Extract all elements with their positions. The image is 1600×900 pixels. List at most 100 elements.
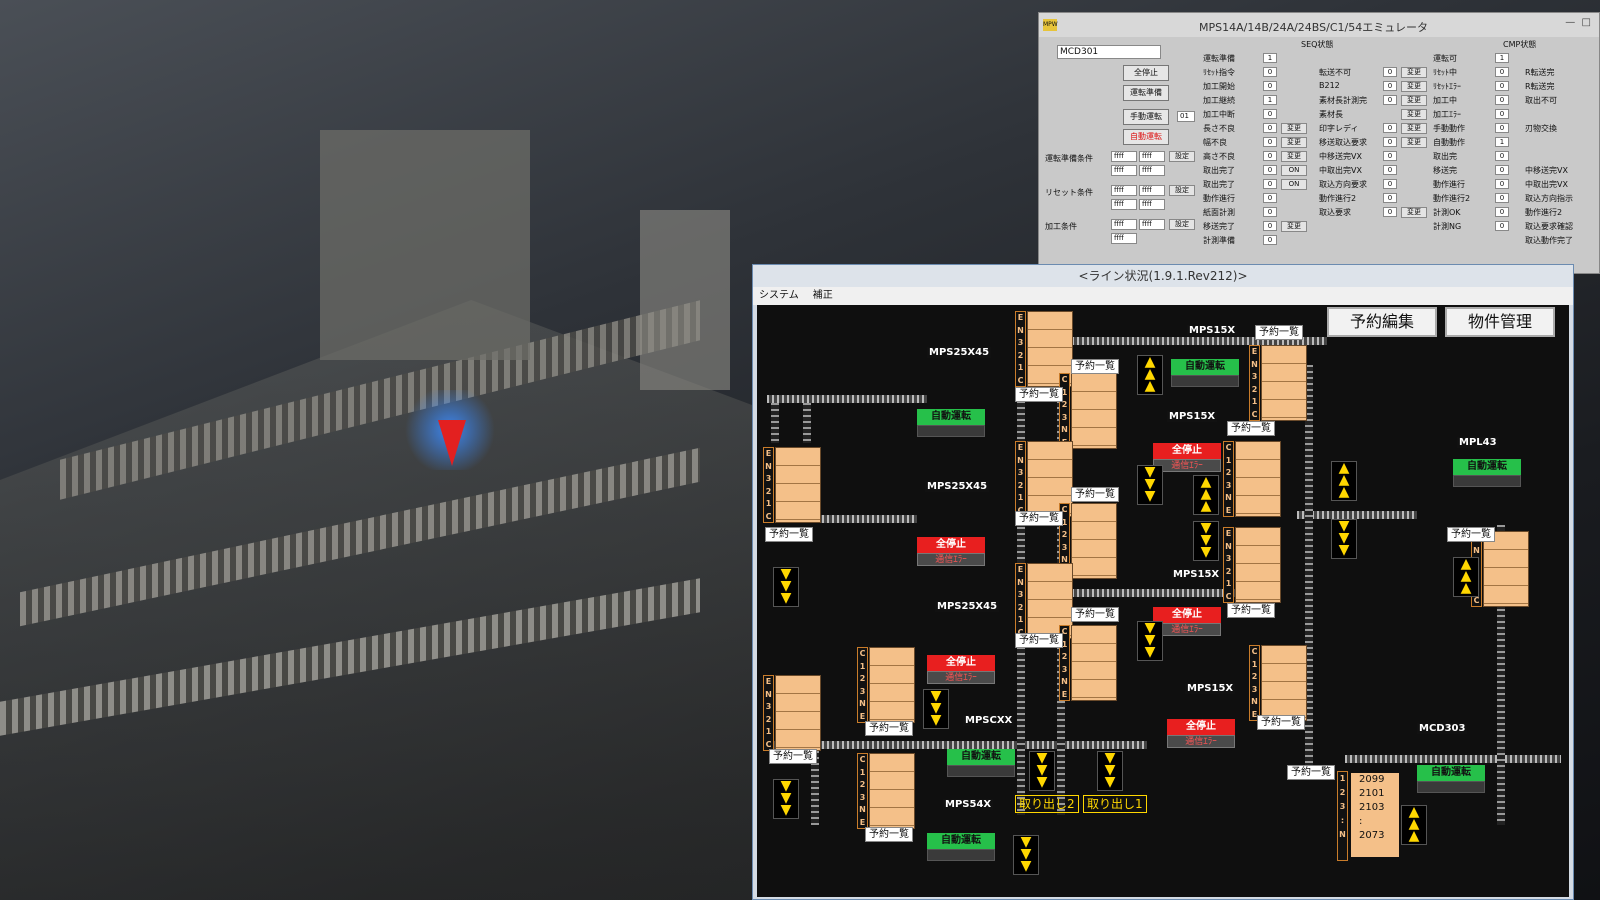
cond-value[interactable]: ffff	[1139, 165, 1165, 176]
cond-value[interactable]: ffff	[1139, 199, 1165, 210]
cond-value[interactable]: ffff	[1139, 151, 1165, 162]
reserve-list-button[interactable]: 予約一覧	[865, 827, 913, 842]
conveyor	[817, 515, 917, 523]
reserve-list-button[interactable]: 予約一覧	[865, 721, 913, 736]
reserve-list-button[interactable]: 予約一覧	[1257, 715, 1305, 730]
change-button[interactable]: 変更	[1281, 137, 1307, 148]
window-controls-icon[interactable]: — □	[1565, 17, 1591, 28]
set-button[interactable]: 設定	[1169, 151, 1195, 162]
cmp-field-label: 動作進行2	[1525, 208, 1563, 217]
machine-label: MPS15X	[1187, 325, 1238, 336]
status-auto[interactable]: 自動運転	[1417, 765, 1485, 781]
cond-value[interactable]: ffff	[1111, 185, 1137, 196]
change-button[interactable]: 変更	[1401, 67, 1427, 78]
seq-field-label: 移送取込要求	[1319, 138, 1367, 147]
device-select[interactable]: MCD301	[1057, 45, 1161, 59]
set-button[interactable]: 設定	[1169, 219, 1195, 230]
cmp-field-label: 取込要求確認	[1525, 222, 1573, 231]
reserve-list-button[interactable]: 予約一覧	[1015, 511, 1063, 526]
reserve-list-button[interactable]: 予約一覧	[1015, 633, 1063, 648]
auto-button[interactable]: 自動運転	[1123, 129, 1169, 145]
manual-number[interactable]: 01	[1177, 111, 1195, 122]
storage-stack	[1483, 531, 1529, 607]
set-button[interactable]: 設定	[1169, 185, 1195, 196]
change-button[interactable]: 変更	[1401, 109, 1427, 120]
status-stop[interactable]: 全停止	[927, 655, 995, 671]
reserve-edit-button[interactable]: 予約編集	[1327, 307, 1437, 337]
cond-value[interactable]: ffff	[1111, 165, 1137, 176]
reserve-list-button[interactable]: 予約一覧	[1255, 325, 1303, 340]
reserve-list-button[interactable]: 予約一覧	[1015, 387, 1063, 402]
reserve-list-button[interactable]: 予約一覧	[1227, 603, 1275, 618]
status-stop[interactable]: 全停止	[1153, 607, 1221, 623]
seq-field-label: 動作進行2	[1319, 194, 1357, 203]
seq-field-value: 0	[1263, 123, 1277, 133]
reserve-list-button[interactable]: 予約一覧	[769, 749, 817, 764]
status-auto[interactable]: 自動運転	[917, 409, 985, 425]
seq-field-label: 中移送完VX	[1319, 152, 1362, 161]
stack-index: C123NE	[857, 753, 868, 829]
change-button[interactable]: 変更	[1401, 81, 1427, 92]
cond-value[interactable]: ffff	[1111, 219, 1137, 230]
storage-stack	[1235, 441, 1281, 517]
machine-label: MPSCXX	[963, 715, 1015, 726]
conveyor-arrow-icon: ▼ ▼ ▼	[1137, 621, 1163, 661]
change-button[interactable]: ON	[1281, 179, 1307, 190]
seq-field-value: 0	[1263, 151, 1277, 161]
change-button[interactable]: 変更	[1281, 151, 1307, 162]
seq-field-label: 運転準備	[1203, 54, 1235, 63]
cmp-field-label: 刃物交換	[1525, 124, 1557, 133]
seq-field-value: 0	[1383, 179, 1397, 189]
reserve-list-button[interactable]: 予約一覧	[765, 527, 813, 542]
status-auto[interactable]: 自動運転	[927, 833, 995, 849]
menu-system[interactable]: システム	[759, 287, 799, 305]
status-stop[interactable]: 全停止	[1153, 443, 1221, 459]
seq-field-value: 0	[1383, 193, 1397, 203]
reserve-list-button[interactable]: 予約一覧	[1287, 765, 1335, 780]
cmp-field-value: 0	[1495, 123, 1509, 133]
take-out-1[interactable]: 取り出し1	[1083, 795, 1147, 813]
item-counter: 2099 2101 2103:2073	[1351, 773, 1399, 857]
change-button[interactable]: 変更	[1281, 221, 1307, 232]
seq-field-label: B212	[1319, 81, 1340, 90]
menu-correction[interactable]: 補正	[813, 287, 833, 305]
counter-index: 123:N	[1337, 771, 1348, 861]
manual-button[interactable]: 手動運転	[1123, 109, 1169, 125]
cond-value[interactable]: ffff	[1111, 199, 1137, 210]
line-status-window: <ライン状況(1.9.1.Rev212)> システム 補正 予約編集 物件管理 …	[752, 264, 1574, 900]
cond-value[interactable]: ffff	[1139, 219, 1165, 230]
status-auto[interactable]: 自動運転	[1453, 459, 1521, 475]
status-stop[interactable]: 全停止	[917, 537, 985, 553]
cond-value[interactable]: ffff	[1111, 233, 1137, 244]
stack-index: EN321C	[1223, 527, 1234, 603]
status-stop[interactable]: 全停止	[1167, 719, 1235, 735]
status-auto[interactable]: 自動運転	[1171, 359, 1239, 375]
reserve-list-button[interactable]: 予約一覧	[1227, 421, 1275, 436]
change-button[interactable]: ON	[1281, 165, 1307, 176]
reserve-list-button[interactable]: 予約一覧	[1071, 487, 1119, 502]
reserve-list-button[interactable]: 予約一覧	[1071, 359, 1119, 374]
status-auto[interactable]: 自動運転	[947, 749, 1015, 765]
take-out-2[interactable]: 取り出し2	[1015, 795, 1079, 813]
seq-field-value: 0	[1383, 207, 1397, 217]
storage-stack	[1261, 345, 1307, 421]
change-button[interactable]: 変更	[1401, 123, 1427, 134]
seq-field-label: 紙面計測	[1203, 208, 1235, 217]
prep-button[interactable]: 運転準備	[1123, 85, 1169, 101]
change-button[interactable]: 変更	[1401, 207, 1427, 218]
conveyor-arrow-icon: ▼ ▼ ▼	[773, 779, 799, 819]
reserve-list-button[interactable]: 予約一覧	[1071, 607, 1119, 622]
conveyor	[767, 395, 927, 403]
change-button[interactable]: 変更	[1281, 123, 1307, 134]
item-management-button[interactable]: 物件管理	[1445, 307, 1555, 337]
cmp-field-label: 取出完	[1433, 152, 1457, 161]
seq-field-value: 0	[1263, 165, 1277, 175]
cond-value[interactable]: ffff	[1111, 151, 1137, 162]
cond-value[interactable]: ffff	[1139, 185, 1165, 196]
status-comm-error: 通信ｴﾗｰ	[1167, 735, 1235, 748]
reserve-list-button[interactable]: 予約一覧	[1447, 527, 1495, 542]
seq-field-value: 0	[1383, 95, 1397, 105]
change-button[interactable]: 変更	[1401, 137, 1427, 148]
all-stop-button[interactable]: 全停止	[1123, 65, 1169, 81]
change-button[interactable]: 変更	[1401, 95, 1427, 106]
